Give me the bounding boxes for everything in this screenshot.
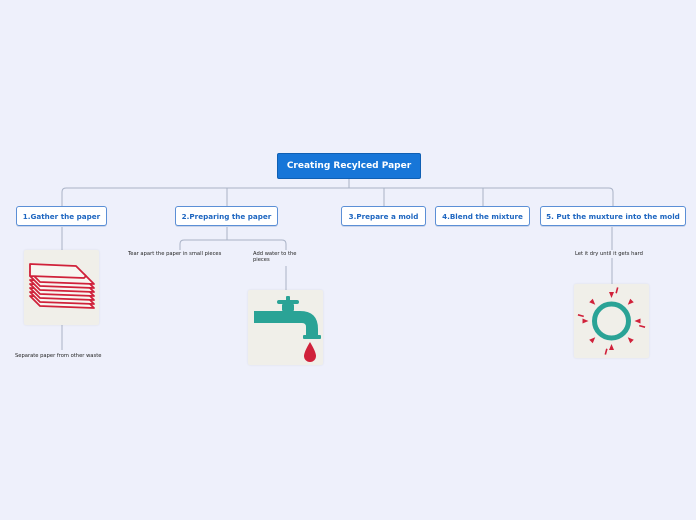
connector-prep-fork [179, 226, 287, 250]
branch-label: 2.Preparing the paper [181, 211, 272, 221]
branch-label: 1.Gather the paper [22, 211, 101, 221]
connector-bus [61, 187, 614, 206]
paper-stack-image[interactable] [24, 250, 99, 325]
sun-image[interactable] [574, 284, 649, 358]
sun-icon [577, 287, 646, 355]
root-topic[interactable]: Creating Recylced Paper [277, 153, 421, 179]
root-topic-label: Creating Recylced Paper [286, 161, 412, 171]
water-faucet-image[interactable] [248, 290, 323, 365]
branch-preparing-paper[interactable]: 2.Preparing the paper [175, 206, 278, 226]
paper-stack-icon [29, 263, 95, 309]
branch-gather-paper[interactable]: 1.Gather the paper [16, 206, 107, 226]
branch-label: 4.Blend the mixture [442, 211, 523, 221]
leaf-tear-paper[interactable]: Tear apart the paper in small pieces [128, 251, 238, 257]
branch-label: 3.Prepare a mold [348, 211, 419, 221]
leaf-separate-paper[interactable]: Separate paper from other waste [15, 353, 125, 359]
leaf-let-dry[interactable]: Let it dry until it gets hard [575, 251, 655, 257]
branch-blend-mixture[interactable]: 4.Blend the mixture [435, 206, 530, 226]
mind-map-canvas: Creating Recylced Paper 1.Gather the pap… [0, 0, 696, 520]
branch-prepare-mold[interactable]: 3.Prepare a mold [341, 206, 426, 226]
leaf-add-water[interactable]: Add water to the pieces [253, 251, 307, 263]
water-faucet-icon [254, 296, 321, 362]
water-drop-icon [304, 342, 316, 362]
branch-put-mixture-mold[interactable]: 5. Put the muxture into the mold [540, 206, 686, 226]
branch-label: 5. Put the muxture into the mold [546, 211, 680, 221]
connector-lines [61, 179, 614, 350]
